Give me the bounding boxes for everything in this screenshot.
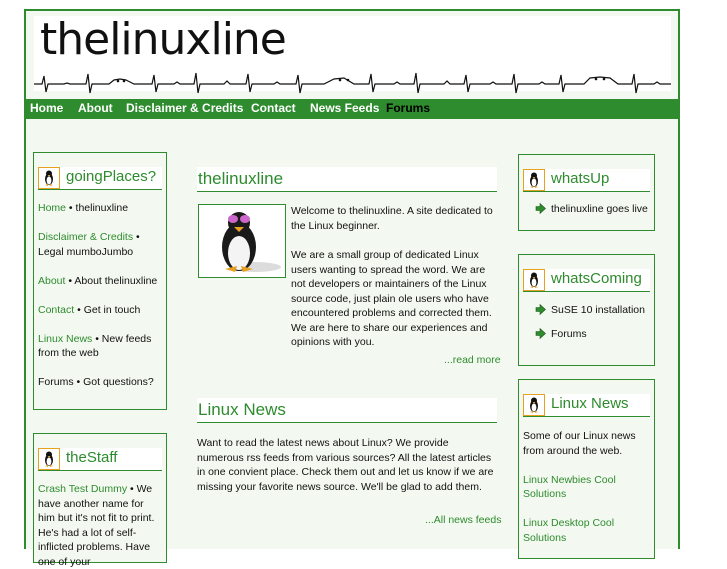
news-title: Linux News: [198, 400, 286, 419]
list-item: SuSE 10 installation: [523, 303, 650, 317]
link-linux-desktop[interactable]: Linux Desktop Cool Solutions: [523, 516, 650, 545]
arrow-right-icon: [535, 304, 546, 315]
tux-icon: [523, 269, 545, 291]
link-disclaimer[interactable]: Disclaimer & Credits: [38, 231, 133, 243]
tux-photo: [198, 204, 286, 278]
link-home[interactable]: Home: [38, 202, 66, 214]
whats-up-title: whatsUp: [551, 170, 610, 187]
whats-coming-header: whatsComing: [523, 269, 650, 292]
link-forums[interactable]: Forums: [38, 376, 74, 388]
the-staff-header: theStaff: [38, 448, 162, 471]
the-staff-box: theStaff Crash Test Dummy • We have anot…: [33, 433, 167, 568]
list-item: Disclaimer & Credits • Legal mumboJumbo: [38, 231, 140, 258]
whats-up-box: whatsUp thelinuxline goes live: [518, 154, 655, 231]
linux-news-title: Linux News: [551, 395, 629, 412]
list-item: Contact • Get in touch: [38, 303, 141, 316]
linux-news-box: Linux News Some of our Linux news from a…: [518, 379, 655, 559]
linux-news-list: Some of our Linux news from around the w…: [523, 429, 650, 560]
all-news-feeds-link[interactable]: ...All news feeds: [425, 514, 501, 526]
arrow-right-icon: [535, 203, 546, 214]
link-contact[interactable]: Contact: [38, 304, 74, 316]
whats-up-header: whatsUp: [523, 169, 650, 192]
arrow-right-icon: [535, 328, 546, 339]
tux-icon: [523, 169, 545, 191]
whats-coming-box: whatsComing SuSE 10 installation Forums: [518, 254, 655, 366]
list-item: thelinuxline goes live: [523, 202, 650, 216]
list-item: About • About thelinuxline: [38, 274, 158, 287]
link-linux-newbies[interactable]: Linux Newbies Cool Solutions: [523, 473, 650, 502]
linux-news-intro: Some of our Linux news from around the w…: [523, 430, 636, 457]
intro-p1: Welcome to thelinuxline. A site dedicate…: [291, 205, 493, 232]
nav-disclaimer[interactable]: Disclaimer & Credits: [126, 101, 243, 115]
news-text: Want to read the latest news about Linux…: [197, 437, 494, 493]
tux-icon: [38, 448, 60, 470]
main-nav: Home About Disclaimer & Credits Contact …: [26, 99, 678, 119]
the-staff-text: Crash Test Dummy • We have another name …: [38, 483, 155, 568]
news-header: Linux News: [197, 398, 497, 423]
whats-up-list: thelinuxline goes live: [523, 202, 650, 226]
intro-p2-a: We are a small group of dedicated Linux …: [291, 249, 492, 348]
list-item: Forums: [523, 327, 650, 341]
whats-coming-title: whatsComing: [551, 270, 642, 287]
list-item: Home • thelinuxline: [38, 202, 129, 214]
nav-forums[interactable]: Forums: [386, 101, 430, 115]
linux-news-header: Linux News: [523, 394, 650, 417]
link-about[interactable]: About: [38, 275, 65, 287]
link-linux-news[interactable]: Linux News: [38, 333, 92, 345]
whats-coming-list: SuSE 10 installation Forums: [523, 303, 650, 351]
list-item: Linux News • New feeds from the web: [38, 332, 152, 360]
going-places-header: goingPlaces?: [38, 167, 162, 190]
intro-header: thelinuxline: [197, 167, 497, 192]
nav-home[interactable]: Home: [30, 101, 63, 115]
going-places-list: Home • thelinuxline Disclaimer & Credits…: [38, 201, 162, 404]
read-more-link[interactable]: ...read more: [444, 354, 501, 366]
nav-contact[interactable]: Contact: [251, 101, 296, 115]
site-logo[interactable]: thelinuxline: [40, 14, 287, 65]
tux-icon: [38, 167, 60, 189]
tux-icon: [523, 394, 545, 416]
nav-about[interactable]: About: [78, 101, 113, 115]
nav-news-feeds[interactable]: News Feeds: [310, 101, 379, 115]
page-frame: thelinuxline Home About Disclaimer & Cre…: [24, 9, 680, 568]
intro-title: thelinuxline: [198, 169, 284, 188]
the-staff-title: theStaff: [66, 449, 118, 466]
heartbeat-line-icon: [34, 72, 671, 94]
link-crash-test-dummy[interactable]: Crash Test Dummy: [38, 483, 127, 495]
going-places-title: goingPlaces?: [66, 168, 157, 185]
going-places-box: goingPlaces? Home • thelinuxline Disclai…: [33, 152, 167, 410]
site-banner: thelinuxline: [34, 14, 671, 94]
list-item: Forums • Got questions?: [38, 376, 154, 388]
